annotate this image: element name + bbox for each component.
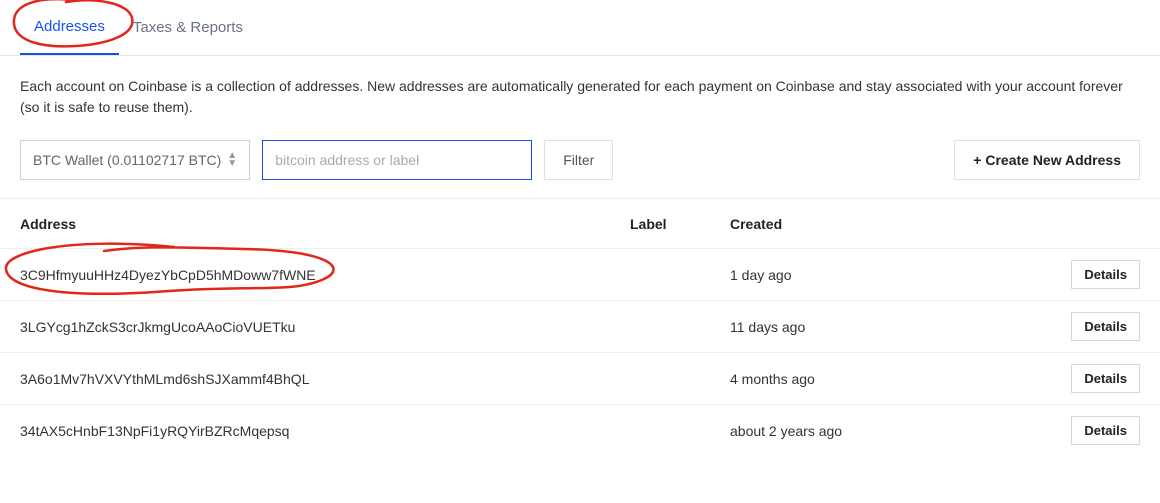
cell-actions: Details — [1050, 416, 1140, 445]
details-button[interactable]: Details — [1071, 364, 1140, 393]
wallet-select[interactable]: BTC Wallet (0.01102717 BTC) ▲▼ — [20, 140, 250, 180]
sort-icon: ▲▼ — [227, 152, 237, 168]
cell-address: 3C9HfmyuuHHz4DyezYbCpD5hMDoww7fWNE — [20, 267, 630, 283]
details-label: Details — [1084, 371, 1127, 386]
table-row: 34tAX5cHnbF13NpFi1yRQYirBZRcMqepsq about… — [0, 404, 1160, 456]
cell-created: 4 months ago — [730, 371, 1050, 387]
create-label: + Create New Address — [973, 152, 1121, 168]
cell-address: 3LGYcg1hZckS3crJkmgUcoAAoCioVUETku — [20, 319, 630, 335]
tab-label: Addresses — [34, 18, 105, 35]
col-header-address: Address — [20, 216, 630, 232]
cell-created: about 2 years ago — [730, 423, 1050, 439]
details-button[interactable]: Details — [1071, 312, 1140, 341]
table-header: Address Label Created — [0, 198, 1160, 248]
table-row: 3LGYcg1hZckS3crJkmgUcoAAoCioVUETku 11 da… — [0, 300, 1160, 352]
table-row: 3C9HfmyuuHHz4DyezYbCpD5hMDoww7fWNE 1 day… — [0, 248, 1160, 300]
tab-addresses[interactable]: Addresses — [20, 0, 119, 55]
details-button[interactable]: Details — [1071, 260, 1140, 289]
cell-address: 3A6o1Mv7hVXVYthMLmd6shSJXammf4BhQL — [20, 371, 630, 387]
filter-label: Filter — [563, 152, 594, 168]
tabs-bar: Addresses Taxes & Reports — [0, 0, 1160, 56]
details-label: Details — [1084, 267, 1127, 282]
tab-taxes-reports[interactable]: Taxes & Reports — [119, 1, 257, 54]
cell-created: 1 day ago — [730, 267, 1050, 283]
col-header-created: Created — [730, 216, 1050, 232]
tab-label: Taxes & Reports — [133, 19, 243, 36]
page-description: Each account on Coinbase is a collection… — [0, 56, 1160, 140]
cell-actions: Details — [1050, 364, 1140, 393]
details-button[interactable]: Details — [1071, 416, 1140, 445]
filter-button[interactable]: Filter — [544, 140, 613, 180]
cell-created: 11 days ago — [730, 319, 1050, 335]
create-address-button[interactable]: + Create New Address — [954, 140, 1140, 180]
col-header-label: Label — [630, 216, 730, 232]
details-label: Details — [1084, 319, 1127, 334]
details-label: Details — [1084, 423, 1127, 438]
cell-address: 34tAX5cHnbF13NpFi1yRQYirBZRcMqepsq — [20, 423, 630, 439]
addresses-table: Address Label Created 3C9HfmyuuHHz4DyezY… — [0, 198, 1160, 456]
cell-actions: Details — [1050, 260, 1140, 289]
controls-row: BTC Wallet (0.01102717 BTC) ▲▼ Filter + … — [0, 140, 1160, 198]
search-input[interactable] — [262, 140, 532, 180]
table-row: 3A6o1Mv7hVXVYthMLmd6shSJXammf4BhQL 4 mon… — [0, 352, 1160, 404]
wallet-select-label: BTC Wallet (0.01102717 BTC) — [33, 152, 221, 168]
cell-actions: Details — [1050, 312, 1140, 341]
